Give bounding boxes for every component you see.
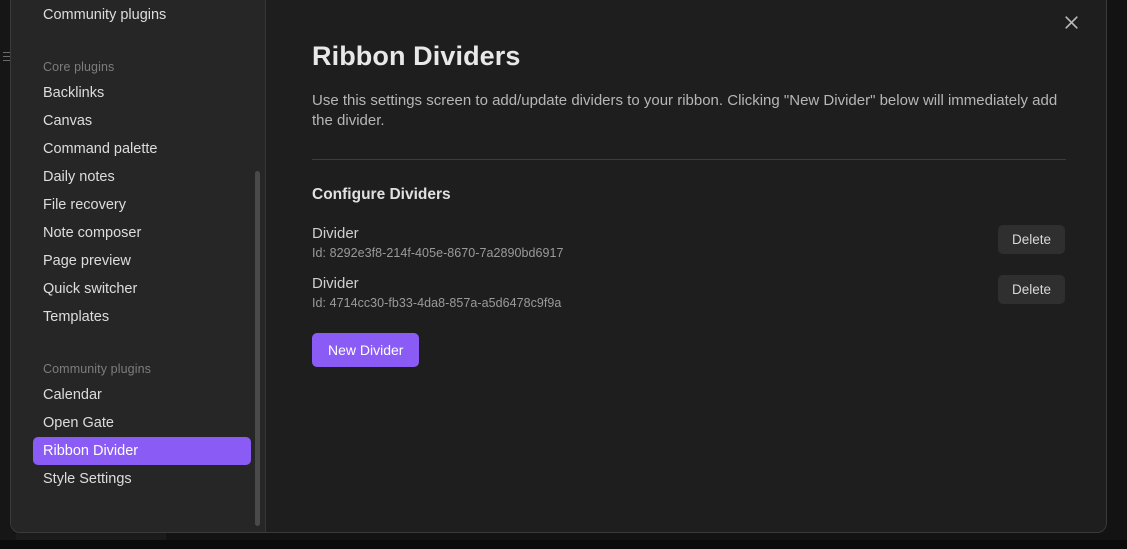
sidebar-item-calendar[interactable]: Calendar	[33, 381, 251, 409]
sidebar-heading-community-plugins: Community plugins	[33, 357, 251, 381]
sidebar-item-canvas[interactable]: Canvas	[33, 107, 251, 135]
sidebar-item-label: Daily notes	[43, 168, 115, 185]
sidebar-item-templates[interactable]: Templates	[33, 303, 251, 331]
page-title: Ribbon Dividers	[312, 41, 521, 71]
sidebar-item-label: Open Gate	[43, 414, 114, 431]
settings-nav-list: Community plugins Core plugins Backlinks…	[11, 1, 265, 532]
divider-row: Divider Id: 4714cc30-fb33-4da8-857a-a5d6…	[312, 273, 1065, 311]
sidebar-item-backlinks[interactable]: Backlinks	[33, 79, 251, 107]
divider-id: Id: 4714cc30-fb33-4da8-857a-a5d6478c9f9a	[312, 296, 562, 310]
sidebar-item-ribbon-divider[interactable]: Ribbon Divider	[33, 437, 251, 465]
sidebar-item-label: Note composer	[43, 224, 142, 241]
sidebar-heading-label: Community plugins	[43, 362, 151, 376]
sidebar-item-label: Command palette	[43, 140, 158, 157]
sidebar-item-label: Calendar	[43, 386, 102, 403]
settings-modal: Community plugins Core plugins Backlinks…	[10, 0, 1107, 533]
page-description: Use this settings screen to add/update d…	[312, 92, 1058, 129]
section-divider-rule	[312, 159, 1066, 160]
divider-info: Divider Id: 8292e3f8-214f-405e-8670-7a28…	[312, 223, 564, 261]
sidebar-item-command-palette[interactable]: Command palette	[33, 135, 251, 163]
sidebar-heading-core-plugins: Core plugins	[33, 55, 251, 79]
section-title-configure-dividers: Configure Dividers	[312, 186, 451, 203]
sidebar-item-label: Templates	[43, 308, 110, 325]
sidebar-item-open-gate[interactable]: Open Gate	[33, 409, 251, 437]
sidebar-item-daily-notes[interactable]: Daily notes	[33, 163, 251, 191]
sidebar-item-label: Ribbon Divider	[43, 442, 139, 459]
divider-row: Divider Id: 8292e3f8-214f-405e-8670-7a28…	[312, 223, 1065, 261]
divider-name: Divider	[312, 275, 359, 292]
sidebar-item-label: Canvas	[43, 112, 93, 129]
divider-name: Divider	[312, 225, 359, 242]
sidebar-item-label: Community plugins	[43, 6, 167, 23]
sidebar-item-label: Page preview	[43, 252, 131, 269]
new-divider-button[interactable]: New Divider	[312, 333, 420, 367]
sidebar-heading-label: Core plugins	[43, 60, 115, 74]
sidebar-scrollbar[interactable]	[254, 0, 261, 532]
delete-divider-button[interactable]: Delete	[997, 275, 1065, 304]
sidebar-item-style-settings[interactable]: Style Settings	[33, 465, 251, 493]
sidebar-item-quick-switcher[interactable]: Quick switcher	[33, 275, 251, 303]
sidebar-item-label: Style Settings	[43, 470, 132, 487]
divider-info: Divider Id: 4714cc30-fb33-4da8-857a-a5d6…	[312, 273, 561, 311]
sidebar-item-label: Backlinks	[43, 84, 105, 101]
backdrop-status-bar	[0, 540, 1127, 549]
sidebar-item-community-plugins-top[interactable]: Community plugins	[33, 1, 251, 29]
divider-id: Id: 8292e3f8-214f-405e-8670-7a2890bd6917	[312, 246, 564, 260]
close-icon[interactable]	[1058, 9, 1084, 35]
sidebar-item-note-composer[interactable]: Note composer	[33, 219, 251, 247]
sidebar-item-page-preview[interactable]: Page preview	[33, 247, 251, 275]
settings-content: Ribbon Dividers Use this settings screen…	[266, 0, 1106, 532]
sidebar-item-label: File recovery	[43, 196, 126, 213]
sidebar-scrollbar-thumb[interactable]	[255, 171, 260, 526]
app-root: Community plugins Core plugins Backlinks…	[0, 0, 1127, 549]
delete-divider-button[interactable]: Delete	[997, 225, 1065, 254]
sidebar-item-file-recovery[interactable]: File recovery	[33, 191, 251, 219]
settings-sidebar: Community plugins Core plugins Backlinks…	[11, 0, 266, 532]
sidebar-item-label: Quick switcher	[43, 280, 138, 297]
